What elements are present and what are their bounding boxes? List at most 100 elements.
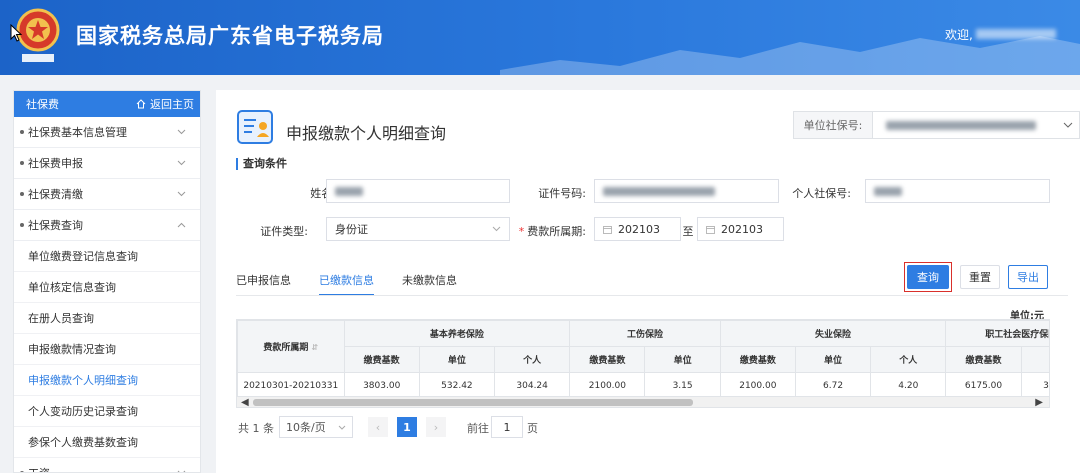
table-cell: 6175.00 xyxy=(945,372,1022,396)
sidebar-item-base-query[interactable]: 参保个人缴费基数查询 xyxy=(14,427,200,458)
reset-button[interactable]: 重置 xyxy=(960,265,1000,289)
sub-header: 单位 xyxy=(418,346,496,373)
scroll-thumb[interactable] xyxy=(253,399,693,406)
tab-declared[interactable]: 已申报信息 xyxy=(236,270,291,296)
column-header-label: 费款所属期 xyxy=(263,343,309,353)
table-cell: 3803.00 xyxy=(343,372,420,396)
table-cell: 2100.00 xyxy=(719,372,796,396)
sub-header: 缴费基数 xyxy=(569,346,646,373)
sidebar-group-declaration[interactable]: 社保费申报 xyxy=(14,148,200,179)
sidebar-item-registered-staff[interactable]: 在册人员查询 xyxy=(14,303,200,334)
group-header-injury: 工伤保险 xyxy=(569,320,721,347)
sidebar-group-payment[interactable]: 社保费清缴 xyxy=(14,179,200,210)
table-cell: 6.72 xyxy=(794,372,872,396)
period-label: 费款所属期: xyxy=(527,225,586,238)
calendar-icon xyxy=(603,225,612,234)
table-row: 20210301-20210331 3803.00 532.42 304.24 … xyxy=(237,372,1049,396)
period-to-input[interactable]: 202103 xyxy=(697,217,784,241)
sidebar-item-label: 单位缴费登记信息查询 xyxy=(28,250,138,263)
table-cell: 3.15 xyxy=(644,372,721,396)
sub-header: 个人 xyxy=(494,346,571,373)
result-table: 费款所属期 ⇵ 基本养老保险 工伤保险 失业保险 职工社会医疗保险 缴费基数 单… xyxy=(237,320,1049,396)
tab-divider xyxy=(236,295,1068,296)
page-title: 申报缴款个人明细查询 xyxy=(286,124,447,143)
username-blurred[interactable] xyxy=(976,29,1056,39)
name-input[interactable] xyxy=(326,179,510,203)
page-number-current[interactable]: 1 xyxy=(397,417,417,437)
table-cell: 304.24 xyxy=(494,372,571,396)
sidebar-group-basic-info[interactable]: 社保费基本信息管理 xyxy=(14,117,200,148)
welcome-text: 欢迎, xyxy=(945,28,973,42)
cert-type-select[interactable]: 身份证 xyxy=(326,217,510,241)
sidebar-group-label: 社保费查询 xyxy=(28,219,83,232)
sidebar-group-cut[interactable]: 工资... xyxy=(14,458,200,472)
query-section-label: 查询条件 xyxy=(236,158,287,170)
sub-header: 个人 xyxy=(870,346,947,373)
chevron-down-icon xyxy=(492,226,501,232)
period-from-value: 202103 xyxy=(618,222,660,236)
sidebar-group-label: 社保费基本信息管理 xyxy=(28,126,127,139)
sidebar-item-personal-detail[interactable]: 申报缴款个人明细查询 xyxy=(14,365,200,396)
site-title: 国家税务总局广东省电子税务局 xyxy=(76,24,384,48)
group-header-pension: 基本养老保险 xyxy=(343,320,571,347)
period-from-input[interactable]: 202103 xyxy=(594,217,681,241)
column-header-period[interactable]: 费款所属期 ⇵ xyxy=(237,320,345,373)
home-link-label: 返回主页 xyxy=(150,98,194,111)
goto-label: 前往 xyxy=(467,422,489,435)
result-tabs: 已申报信息 已缴款信息 未缴款信息 xyxy=(236,270,457,296)
scroll-right-icon[interactable]: ▶ xyxy=(1035,397,1043,408)
sub-header: 缴费基数 xyxy=(719,346,796,373)
bullet-icon xyxy=(20,223,24,227)
group-header-medical: 职工社会医疗保险 xyxy=(945,320,1049,347)
sidebar-item-change-history[interactable]: 个人变动历史记录查询 xyxy=(14,396,200,427)
period-to-value: 202103 xyxy=(721,222,763,236)
sidebar-group-query[interactable]: 社保费查询 xyxy=(14,210,200,241)
cert-no-label: 证件号码: xyxy=(538,187,586,200)
table-cell: 4.20 xyxy=(870,372,947,396)
cert-no-input[interactable] xyxy=(594,179,779,203)
sidebar-item-unit-registration[interactable]: 单位缴费登记信息查询 xyxy=(14,241,200,272)
sub-header: 缴费基数 xyxy=(343,346,420,373)
sidebar-group-label: 社保费清缴 xyxy=(28,188,83,201)
sidebar: 社保费 返回主页 社保费基本信息管理 社保费申报 社保费清缴 社保费查询 单位缴… xyxy=(13,90,201,473)
goto-suffix: 页 xyxy=(527,422,538,435)
sidebar-item-label: 参保个人缴费基数查询 xyxy=(28,436,138,449)
goto-page-input[interactable]: 1 xyxy=(491,416,523,438)
main-panel: 申报缴款个人明细查询 单位社保号: 查询条件 姓名: 证件号码: 个人社保号: … xyxy=(216,90,1080,473)
bullet-icon xyxy=(20,130,24,134)
sub-header: 单位 xyxy=(644,346,721,373)
sub-header: 单位 xyxy=(794,346,872,373)
scroll-left-icon[interactable]: ◀ xyxy=(241,397,249,408)
home-link[interactable]: 返回主页 xyxy=(136,96,194,112)
unit-social-no-blurred xyxy=(886,120,1036,130)
sidebar-group-label: 工资... xyxy=(28,465,61,472)
sidebar-title: 社保费 xyxy=(26,98,59,111)
group-header-unemployment: 失业保险 xyxy=(719,320,947,347)
tab-unpaid[interactable]: 未缴款信息 xyxy=(402,270,457,296)
next-page-button[interactable]: › xyxy=(426,417,446,437)
sidebar-item-label: 个人变动历史记录查询 xyxy=(28,405,138,418)
table-cell: 2100.00 xyxy=(569,372,646,396)
id-card-icon xyxy=(237,110,273,144)
cert-type-label: 证件类型: xyxy=(260,225,308,238)
home-icon xyxy=(136,99,146,109)
tab-paid[interactable]: 已缴款信息 xyxy=(319,270,374,296)
chevron-down-icon xyxy=(338,425,346,430)
unit-social-no-select[interactable] xyxy=(872,111,1080,139)
name-label: 姓名: xyxy=(310,187,336,200)
sidebar-item-unit-assessment[interactable]: 单位核定信息查询 xyxy=(14,272,200,303)
site-header: 国家税务总局广东省电子税务局 欢迎, xyxy=(0,0,1080,75)
query-button[interactable]: 查询 xyxy=(907,265,949,289)
export-button[interactable]: 导出 xyxy=(1008,265,1048,289)
sidebar-item-label: 单位核定信息查询 xyxy=(28,281,116,294)
prev-page-button[interactable]: ‹ xyxy=(368,417,388,437)
chevron-down-icon xyxy=(177,160,186,166)
sidebar-item-payment-status[interactable]: 申报缴款情况查询 xyxy=(14,334,200,365)
bullet-icon xyxy=(20,161,24,165)
chevron-right-icon: › xyxy=(433,420,439,434)
result-table-wrap: 费款所属期 ⇵ 基本养老保险 工伤保险 失业保险 职工社会医疗保险 缴费基数 单… xyxy=(236,319,1050,397)
table-horizontal-scrollbar[interactable]: ◀ ▶ xyxy=(236,396,1050,408)
personal-no-input[interactable] xyxy=(865,179,1050,203)
page-size-select[interactable]: 10条/页 xyxy=(279,416,353,438)
period-separator: 至 xyxy=(682,225,694,238)
